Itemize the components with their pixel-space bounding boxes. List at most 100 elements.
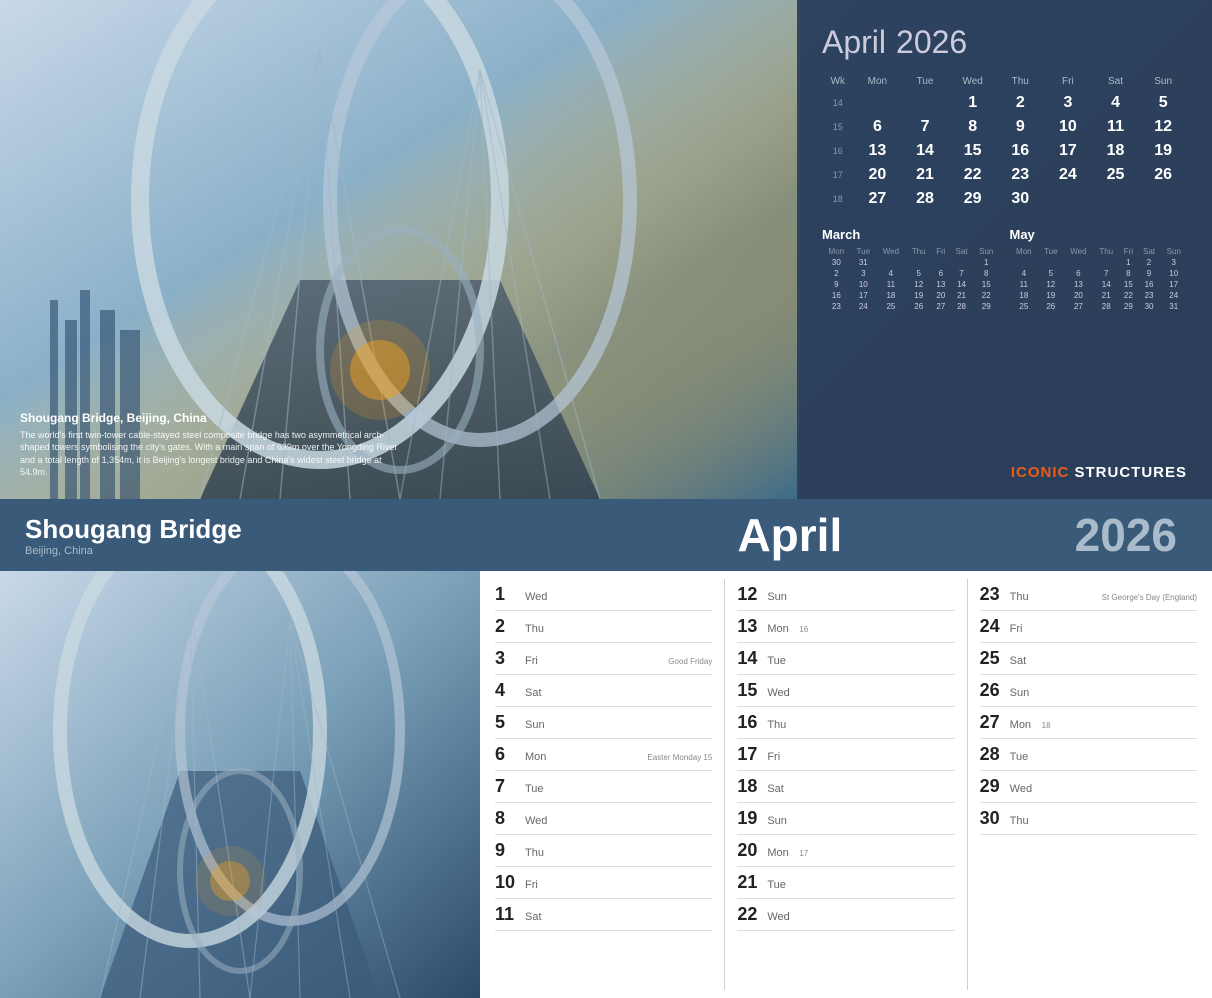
date-day-label: Sat [525,687,553,699]
date-row: 13Mon 16 [737,611,954,643]
date-number: 14 [737,648,765,669]
date-day-label: Thu [1010,815,1038,827]
bottom-month: April [505,508,1075,562]
date-row: 8Wed [495,803,712,835]
bottom-location-title: Shougang Bridge [25,514,505,545]
date-day-label: Thu [525,623,553,635]
date-row: 10Fri [495,867,712,899]
date-row: 6Mon Easter Monday 15 [495,739,712,771]
main-calendar: WkMonTueWedThuFriSatSun 1412345156789101… [822,74,1187,211]
date-number: 20 [737,840,765,861]
date-number: 8 [495,808,523,829]
brand-iconic: ICONIC [1011,464,1070,481]
date-day-label: Sat [767,783,795,795]
date-row: 28Tue [980,739,1197,771]
date-row: 2Thu [495,611,712,643]
date-column-3: 23ThuSt George's Day (England)24Fri25Sat… [980,579,1197,990]
caption-box: Shougang Bridge, Beijing, China The worl… [20,411,400,479]
date-number: 30 [980,808,1008,829]
date-number: 3 [495,648,523,669]
date-number: 22 [737,904,765,925]
date-number: 6 [495,744,523,765]
month-title-large: April 2026 [822,20,1187,62]
date-number: 21 [737,872,765,893]
date-number: 18 [737,776,765,797]
date-row: 14Tue [737,643,954,675]
date-number: 16 [737,712,765,733]
date-row: 21Tue [737,867,954,899]
date-day-label: Sat [525,911,553,923]
date-number: 4 [495,680,523,701]
calendar-panel: April 2026 WkMonTueWedThuFriSatSun 14123… [797,0,1212,499]
date-day-label: Mon [767,847,795,859]
brand-structures: STRUCTURES [1069,464,1187,481]
date-week-number: 16 [799,625,808,634]
date-day-label: Thu [1010,591,1038,603]
caption-title: Shougang Bridge, Beijing, China [20,411,400,425]
bottom-content: 1Wed2Thu3FriGood Friday4Sat5Sun6MonEaste… [0,571,1212,998]
date-day-label: Tue [767,879,795,891]
date-day-label: Thu [767,719,795,731]
date-day-label: Mon [525,751,553,763]
date-column-2: 12Sun13Mon1614Tue15Wed16Thu17Fri18Sat19S… [737,579,954,990]
date-column-1: 1Wed2Thu3FriGood Friday4Sat5Sun6MonEaste… [495,579,712,990]
bottom-location-sub: Beijing, China [25,545,505,557]
date-number: 13 [737,616,765,637]
bottom-section: Shougang Bridge Beijing, China April 202… [0,499,1212,998]
brand-footer: ICONIC STRUCTURES [1011,464,1187,481]
date-row: 18Sat [737,771,954,803]
date-day-label: Mon [767,623,795,635]
mini-calendars: March MonTueWedThuFriSatSun3031123456789… [822,227,1187,312]
date-day-label: Sun [1010,687,1038,699]
date-number: 25 [980,648,1008,669]
mini-march-title: March [822,227,1000,242]
date-week-number: 18 [1042,721,1051,730]
dates-area: 1Wed2Thu3FriGood Friday4Sat5Sun6MonEaste… [480,571,1212,998]
date-day-label: Sun [525,719,553,731]
date-day-label: Fri [1010,623,1038,635]
date-day-label: Sun [767,815,795,827]
date-number: 1 [495,584,523,605]
date-day-label: Fri [767,751,795,763]
date-row: 9Thu [495,835,712,867]
bottom-header: Shougang Bridge Beijing, China April 202… [0,499,1212,571]
date-row: 7Tue [495,771,712,803]
date-number: 15 [737,680,765,701]
date-day-label: Wed [767,687,795,699]
date-row: 5Sun [495,707,712,739]
date-week-number: 17 [799,849,808,858]
header-left: Shougang Bridge Beijing, China [25,514,505,557]
date-number: 17 [737,744,765,765]
date-row: 1Wed [495,579,712,611]
date-row: 15Wed [737,675,954,707]
date-row: 30Thu [980,803,1197,835]
date-number: 29 [980,776,1008,797]
date-row: 27Mon18 [980,707,1197,739]
column-divider-2 [967,579,968,990]
date-row: 22Wed [737,899,954,931]
date-day-label: Tue [1010,751,1038,763]
date-number: 7 [495,776,523,797]
date-day-label: Sun [767,591,795,603]
bottom-bridge-image [0,571,480,998]
date-row: 17Fri [737,739,954,771]
date-row: 12Sun [737,579,954,611]
date-row: 24Fri [980,611,1197,643]
date-number: 11 [495,904,523,925]
date-number: 10 [495,872,523,893]
date-number: 24 [980,616,1008,637]
mini-calendar-march: March MonTueWedThuFriSatSun3031123456789… [822,227,1000,312]
date-number: 2 [495,616,523,637]
date-row: 23ThuSt George's Day (England) [980,579,1197,611]
date-day-label: Tue [525,783,553,795]
date-row: 26Sun [980,675,1197,707]
date-row: 19Sun [737,803,954,835]
date-note: Easter Monday 15 [647,753,712,762]
date-row: 11Sat [495,899,712,931]
date-day-label: Wed [1010,783,1038,795]
caption-text: The world's first twin-tower cable-staye… [20,429,400,479]
date-row: 20Mon 17 [737,835,954,867]
date-note: Good Friday [668,657,712,666]
date-row: 3FriGood Friday [495,643,712,675]
date-day-label: Wed [525,591,553,603]
